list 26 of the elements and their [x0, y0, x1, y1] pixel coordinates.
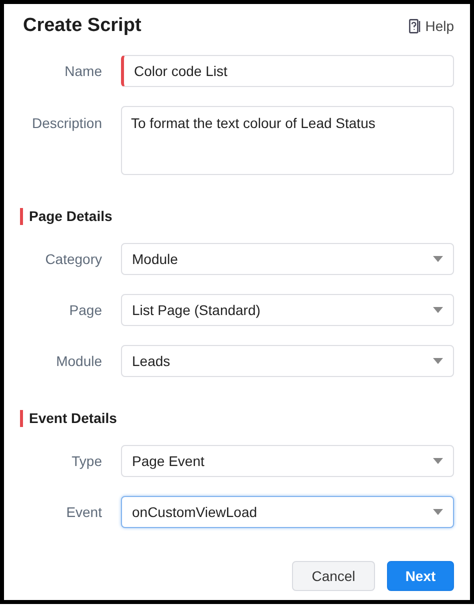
field-label: Description [30, 114, 102, 133]
field-label: Type [70, 452, 102, 471]
field-label: Name [64, 62, 102, 80]
caret-icon [433, 509, 443, 515]
dropdown-field[interactable]: Module [121, 243, 454, 275]
caret-icon [433, 256, 443, 262]
caret-icon [433, 307, 443, 313]
field-label: Category [44, 250, 102, 269]
caret-icon [433, 458, 443, 464]
section-heading: Event Details [29, 409, 117, 428]
field-label: Event [65, 502, 102, 522]
help-link[interactable]: Help [409, 16, 454, 36]
name-field[interactable]: Color code List [121, 55, 454, 87]
dropdown-field[interactable]: List Page (Standard) [121, 294, 454, 326]
dropdown-field[interactable]: onCustomViewLoad [121, 496, 454, 528]
description-field[interactable]: To format the text colour of Lead Status [121, 106, 454, 175]
field-label: Page [68, 300, 102, 320]
section-heading: Page Details [29, 207, 112, 226]
dropdown-field[interactable]: Page Event [121, 445, 454, 477]
caret-icon [433, 358, 443, 364]
cancel-button[interactable]: Cancel [292, 561, 375, 591]
next-button[interactable]: Next [387, 561, 454, 591]
help-icon [409, 18, 422, 34]
field-label: Module [55, 352, 102, 370]
dialog-title: Create Script [23, 14, 142, 38]
dropdown-field[interactable]: Leads [121, 345, 454, 377]
